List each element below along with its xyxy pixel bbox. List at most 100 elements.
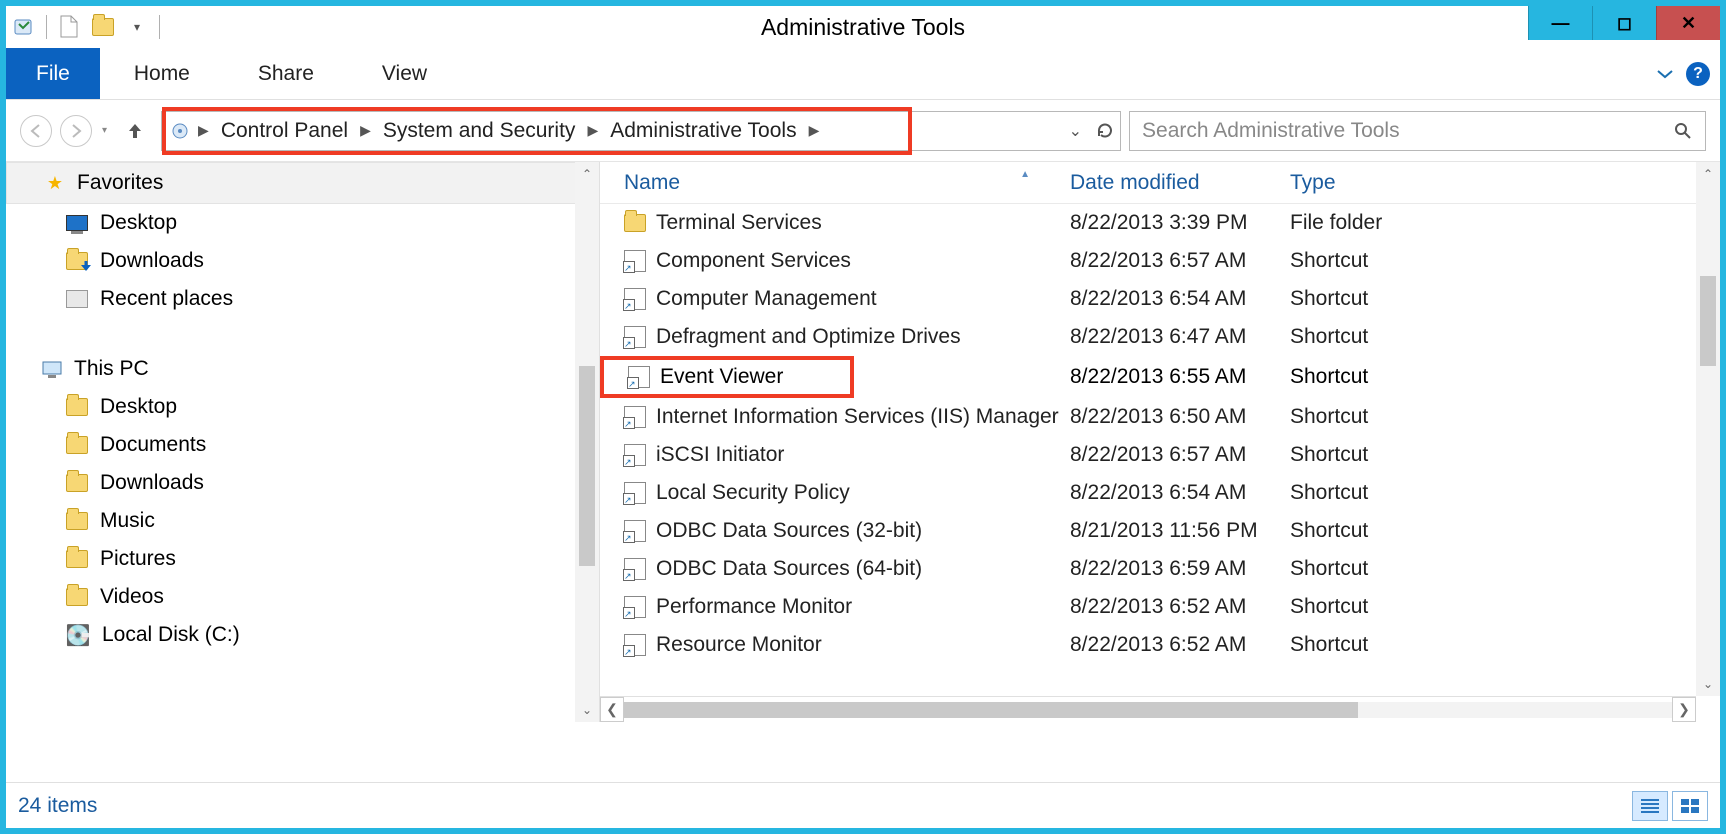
folder-icon [66,550,88,568]
scroll-thumb[interactable] [1700,276,1716,366]
column-name[interactable]: Name ▲ [600,171,1070,195]
chevron-right-icon[interactable]: ▶ [585,122,600,139]
file-row[interactable]: Resource Monitor8/22/2013 6:52 AMShortcu… [600,626,1720,664]
shortcut-icon [624,558,646,580]
column-type[interactable]: Type [1290,171,1720,195]
item-count: 24 items [18,794,97,818]
file-row[interactable]: Local Security Policy8/22/2013 6:54 AMSh… [600,474,1720,512]
breadcrumb-segment[interactable]: Control Panel [215,119,354,143]
address-dropdown-icon[interactable]: ⌄ [1069,121,1082,141]
nav-item-videos[interactable]: Videos [6,578,599,616]
folder-icon [66,398,88,416]
nav-item-label: Downloads [100,249,204,273]
search-input[interactable]: Search Administrative Tools [1129,111,1706,151]
refresh-icon[interactable] [1096,122,1114,140]
nav-item-label: Desktop [100,395,177,419]
nav-item-downloads-pc[interactable]: Downloads [6,464,599,502]
scroll-down-icon[interactable]: ⌄ [575,698,599,722]
file-row[interactable]: Internet Information Services (IIS) Mana… [600,398,1720,436]
scroll-up-icon[interactable]: ⌃ [1696,162,1720,186]
hscroll-track[interactable] [624,702,1672,718]
file-row-highlighted[interactable]: Event Viewer8/22/2013 6:55 AMShortcut [600,356,1720,398]
maximize-button[interactable]: ◻ [1592,6,1656,40]
chevron-right-icon[interactable]: ▶ [807,122,822,139]
file-row[interactable]: Computer Management8/22/2013 6:54 AMShor… [600,280,1720,318]
expand-ribbon-icon[interactable] [1656,65,1674,83]
file-type: Shortcut [1290,557,1720,581]
close-button[interactable]: ✕ [1656,6,1720,40]
up-button[interactable] [117,121,153,141]
file-date: 8/21/2013 11:56 PM [1070,519,1290,543]
file-date: 8/22/2013 6:55 AM [1070,365,1290,389]
file-row[interactable]: iSCSI Initiator8/22/2013 6:57 AMShortcut [600,436,1720,474]
share-tab[interactable]: Share [224,48,348,99]
file-type: Shortcut [1290,481,1720,505]
navpane-scrollbar[interactable]: ⌃ ⌄ [575,162,599,722]
forward-button[interactable] [60,115,92,147]
filepane-hscrollbar[interactable]: ❮ ❯ [600,696,1696,722]
nav-item-music[interactable]: Music [6,502,599,540]
file-name: Resource Monitor [656,633,822,657]
file-row[interactable]: ODBC Data Sources (64-bit)8/22/2013 6:59… [600,550,1720,588]
properties-icon[interactable] [12,15,36,39]
details-view-button[interactable] [1632,791,1668,821]
help-icon[interactable]: ? [1686,62,1710,86]
file-row[interactable]: Component Services8/22/2013 6:57 AMShort… [600,242,1720,280]
shortcut-icon [624,250,646,272]
qat-dropdown-icon[interactable]: ▾ [125,15,149,39]
breadcrumb-segment[interactable]: System and Security [377,119,582,143]
content-area: ★ Favorites Desktop Downloads Recent pla… [6,162,1720,722]
ribbon-tabs: File Home Share View ? [6,48,1720,100]
search-icon[interactable] [1673,121,1693,141]
new-file-icon[interactable] [57,15,81,39]
file-name: ODBC Data Sources (64-bit) [656,557,922,581]
recent-icon [66,290,88,308]
thumbnails-view-button[interactable] [1672,791,1708,821]
file-tab[interactable]: File [6,48,100,99]
nav-item-documents[interactable]: Documents [6,426,599,464]
view-tab[interactable]: View [348,48,461,99]
minimize-button[interactable]: — [1528,6,1592,40]
file-row[interactable]: Performance Monitor8/22/2013 6:52 AMShor… [600,588,1720,626]
column-date[interactable]: Date modified [1070,171,1290,195]
nav-item-label: Recent places [100,287,233,311]
file-name: Terminal Services [656,211,822,235]
scroll-thumb[interactable] [579,366,595,566]
scroll-thumb[interactable] [624,702,1358,718]
scroll-left-icon[interactable]: ❮ [600,697,624,722]
file-date: 8/22/2013 3:39 PM [1070,211,1290,235]
new-folder-icon[interactable] [91,15,115,39]
file-row[interactable]: ODBC Data Sources (32-bit)8/21/2013 11:5… [600,512,1720,550]
chevron-right-icon[interactable]: ▶ [358,122,373,139]
file-date: 8/22/2013 6:54 AM [1070,481,1290,505]
nav-item-downloads[interactable]: Downloads [6,242,599,280]
file-row[interactable]: Defragment and Optimize Drives8/22/2013 … [600,318,1720,356]
nav-item-recent[interactable]: Recent places [6,280,599,318]
home-tab[interactable]: Home [100,48,224,99]
file-type: Shortcut [1290,365,1720,389]
quick-access-toolbar: ▾ [6,15,160,39]
scroll-down-icon[interactable]: ⌄ [1696,672,1720,696]
scroll-right-icon[interactable]: ❯ [1672,697,1696,722]
folder-icon [66,588,88,606]
file-row[interactable]: Terminal Services8/22/2013 3:39 PMFile f… [600,204,1720,242]
folder-icon [66,512,88,530]
thispc-group[interactable]: This PC [6,350,599,388]
address-bar[interactable]: ▶ Control Panel ▶ System and Security ▶ … [161,111,1121,151]
breadcrumb-segment[interactable]: Administrative Tools [604,119,802,143]
file-name: Defragment and Optimize Drives [656,325,961,349]
filepane-vscrollbar[interactable]: ⌃ ⌄ [1696,162,1720,696]
nav-item-pictures[interactable]: Pictures [6,540,599,578]
scroll-up-icon[interactable]: ⌃ [575,162,599,186]
chevron-right-icon[interactable]: ▶ [196,122,211,139]
history-dropdown-icon[interactable]: ▾ [100,125,109,136]
shortcut-icon [624,326,646,348]
nav-item-local-disk[interactable]: 💽Local Disk (C:) [6,616,599,654]
shortcut-icon [624,596,646,618]
file-rows: Terminal Services8/22/2013 3:39 PMFile f… [600,204,1720,664]
nav-item-desktop-pc[interactable]: Desktop [6,388,599,426]
back-button[interactable] [20,115,52,147]
nav-item-desktop[interactable]: Desktop [6,204,599,242]
favorites-group[interactable]: ★ Favorites [6,162,599,204]
navigation-pane: ★ Favorites Desktop Downloads Recent pla… [6,162,600,722]
